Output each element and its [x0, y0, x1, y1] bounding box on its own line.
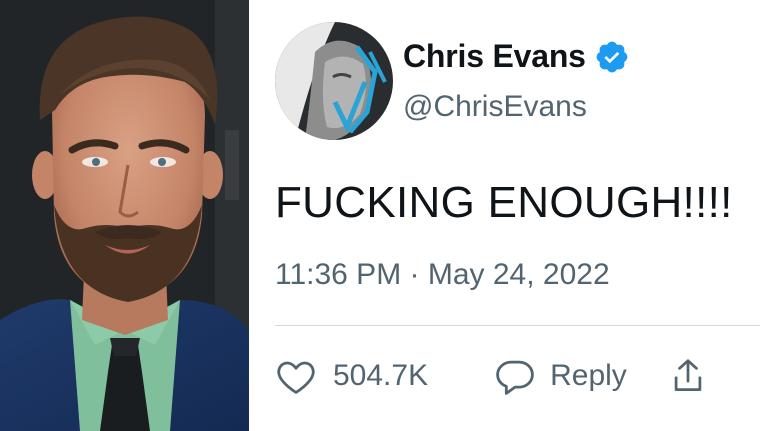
avatar-image	[275, 22, 393, 140]
tweet-text: FUCKING ENOUGH!!!!	[275, 178, 733, 227]
verified-badge-icon	[594, 39, 630, 75]
reply-label: Reply	[550, 359, 627, 392]
avatar[interactable]	[275, 22, 393, 140]
portrait-illustration	[0, 0, 249, 431]
speech-bubble-icon	[494, 356, 536, 396]
author-handle[interactable]: @ChrisEvans	[403, 90, 587, 124]
heart-outline-icon	[275, 357, 317, 395]
reply-button[interactable]: Reply	[494, 356, 627, 396]
portrait-photo	[0, 0, 249, 431]
tweet-timestamp[interactable]: 11:36 PM · May 24, 2022	[275, 258, 610, 292]
tweet-card: Chris Evans @ChrisEvans FUCKING ENOUGH!!…	[255, 0, 760, 431]
separator	[275, 325, 760, 326]
share-button[interactable]	[671, 357, 705, 395]
like-count: 504.7K	[333, 359, 429, 392]
like-button[interactable]: 504.7K	[275, 357, 428, 395]
author-name-row: Chris Evans	[403, 38, 630, 75]
share-icon	[671, 357, 705, 395]
action-bar: 504.7K Reply	[275, 356, 705, 396]
author-display-name[interactable]: Chris Evans	[403, 38, 586, 75]
